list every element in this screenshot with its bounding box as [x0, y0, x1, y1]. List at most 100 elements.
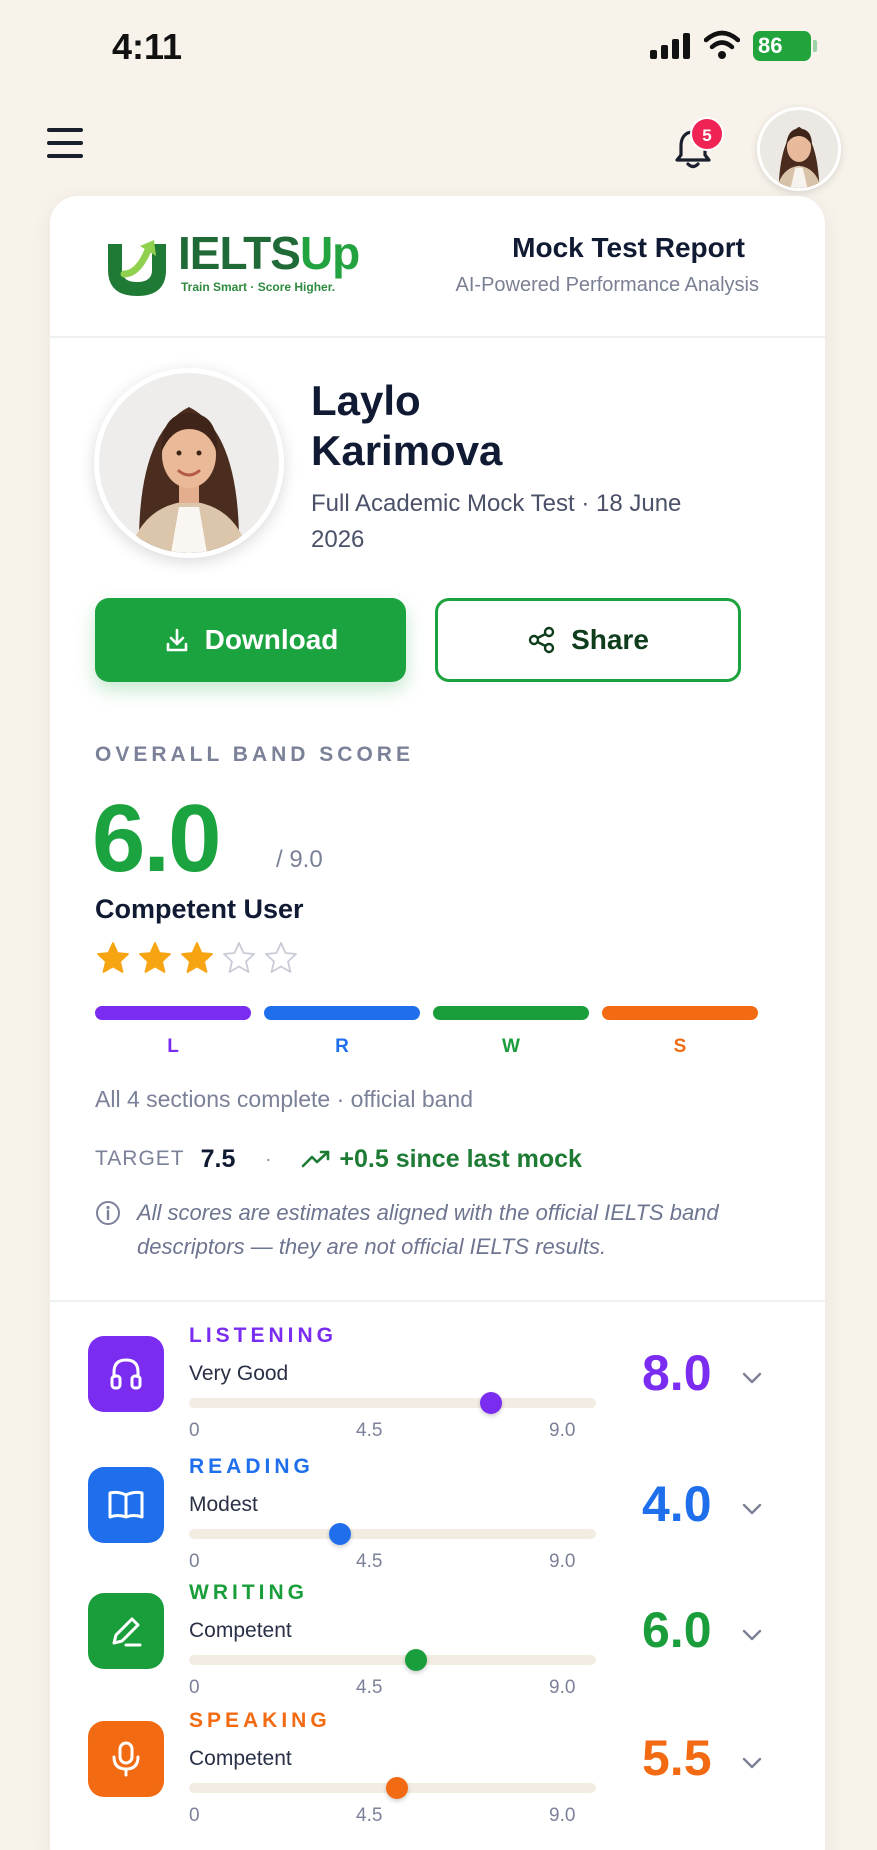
- skill-icon-badge: [88, 1593, 164, 1669]
- ieltsup-logo-icon: [108, 240, 166, 296]
- skill-name: LISTENING: [189, 1324, 338, 1347]
- skill-name: READING: [189, 1455, 314, 1478]
- skill-score: 4.0: [642, 1476, 712, 1532]
- headphones-icon: [110, 1358, 142, 1390]
- skill-score-marker: [405, 1649, 427, 1671]
- skill-level: Competent: [189, 1619, 292, 1642]
- trend-indicator: +0.5 since last mock: [301, 1145, 582, 1174]
- skill-score-marker: [480, 1392, 502, 1414]
- status-time: 4:11: [112, 26, 183, 67]
- skill-score: 5.5: [642, 1730, 712, 1786]
- trending-up-icon: [302, 1150, 330, 1168]
- sections-note: All 4 sections complete · official band: [95, 1086, 473, 1112]
- star-filled-icon: [97, 942, 129, 973]
- skill-score-marker: [329, 1523, 351, 1545]
- scale-min: 0: [189, 1420, 200, 1441]
- skill-row-writing[interactable]: WRITING Competent 0 4.5 9.0 6.0: [50, 1577, 825, 1698]
- chevron-down-icon[interactable]: [740, 1751, 764, 1775]
- scale-max: 9.0: [549, 1805, 576, 1826]
- wifi-icon: [704, 30, 740, 59]
- download-button[interactable]: Download: [95, 598, 406, 682]
- report-header: IELTSUp Train Smart · Score Higher. Mock…: [50, 196, 825, 338]
- scale-min: 0: [189, 1805, 200, 1826]
- skill-score-track: [189, 1649, 596, 1671]
- scale-max: 9.0: [549, 1551, 576, 1572]
- download-icon: [166, 628, 187, 652]
- status-bar: 4:11 86: [0, 0, 877, 96]
- scale-max: 9.0: [549, 1677, 576, 1698]
- star-filled-icon: [181, 942, 213, 973]
- scale-min: 0: [189, 1551, 200, 1572]
- chevron-down-icon[interactable]: [740, 1366, 764, 1390]
- candidate-portrait: [99, 373, 279, 553]
- pen-icon: [112, 1617, 142, 1647]
- avatar-portrait: [760, 110, 838, 188]
- exam-details: Full Academic Mock Test · 18 June 2026: [311, 490, 682, 553]
- skill-level: Modest: [189, 1493, 258, 1516]
- star-rating: [95, 940, 299, 976]
- skill-level: Competent: [189, 1747, 292, 1770]
- target-separator: ·: [265, 1148, 272, 1169]
- skill-score-track: [189, 1523, 596, 1545]
- disclaimer-text: All scores are estimates aligned with th…: [137, 1200, 719, 1259]
- user-avatar[interactable]: [757, 107, 841, 191]
- share-label: Share: [571, 624, 649, 655]
- chevron-down-icon[interactable]: [740, 1623, 764, 1647]
- star-empty-icon: [265, 942, 297, 973]
- overall-band-level: Competent User: [95, 894, 304, 924]
- info-icon: [96, 1201, 120, 1225]
- notification-count-badge: 5: [690, 117, 724, 151]
- section-bar-label: W: [502, 1036, 520, 1057]
- report-subtitle: AI-Powered Performance Analysis: [455, 274, 759, 296]
- skill-icon-badge: [88, 1336, 164, 1412]
- overall-band-score: 6.0: [92, 785, 221, 892]
- download-label: Download: [204, 624, 339, 655]
- skill-score-marker: [386, 1777, 408, 1799]
- scale-mid: 4.5: [356, 1677, 383, 1698]
- section-bar-w: [433, 1006, 589, 1020]
- skill-row-listening[interactable]: LISTENING Very Good 0 4.5 9.0 8.0: [50, 1320, 825, 1441]
- chevron-down-icon[interactable]: [740, 1497, 764, 1521]
- section-bar-r: [264, 1006, 420, 1020]
- skill-row-reading[interactable]: READING Modest 0 4.5 9.0 4.0: [50, 1451, 825, 1572]
- skill-row-speaking[interactable]: SPEAKING Competent 0 4.5 9.0 5.5: [50, 1705, 825, 1826]
- skill-score: 6.0: [642, 1602, 712, 1658]
- scale-mid: 4.5: [356, 1551, 383, 1572]
- skill-score-track: [189, 1777, 596, 1799]
- trend-text: +0.5 since last mock: [339, 1144, 582, 1173]
- battery-level: 86: [758, 33, 783, 58]
- skill-score-track: [189, 1392, 596, 1414]
- hamburger-menu-icon[interactable]: [47, 128, 83, 164]
- candidate-photo: [94, 368, 284, 558]
- section-bar-label: S: [673, 1036, 687, 1057]
- skill-icon-badge: [88, 1467, 164, 1543]
- scale-min: 0: [189, 1677, 200, 1698]
- scale-mid: 4.5: [356, 1805, 383, 1826]
- skill-level: Very Good: [189, 1362, 289, 1385]
- disclaimer: All scores are estimates aligned with th…: [95, 1196, 755, 1264]
- star-filled-icon: [139, 942, 171, 973]
- section-bar-label: R: [335, 1036, 349, 1057]
- overall-band-label: OVERALL BAND SCORE: [95, 743, 414, 766]
- scale-max: 9.0: [549, 1420, 576, 1441]
- skill-name: SPEAKING: [189, 1709, 331, 1732]
- skill-score: 8.0: [642, 1345, 712, 1401]
- section-bar-label: L: [167, 1036, 179, 1057]
- section-progress-bars: LRWS: [95, 1006, 758, 1066]
- section-bar-l: [95, 1006, 251, 1020]
- cellular-signal-icon: [650, 33, 692, 59]
- candidate-name: Laylo Karimova: [311, 377, 503, 474]
- section-divider: [50, 1300, 825, 1302]
- target-label: TARGET: [95, 1147, 185, 1170]
- share-icon: [528, 626, 555, 654]
- skill-icon-badge: [88, 1721, 164, 1797]
- section-bar-s: [602, 1006, 758, 1020]
- target-row: TARGET 7.5 · +0.5 since last mock: [95, 1142, 582, 1176]
- brand-name-part2: Up: [299, 227, 360, 279]
- brand-name: IELTSUp: [178, 226, 360, 280]
- battery-indicator: 86: [753, 31, 817, 61]
- brand-tagline: Train Smart · Score Higher.: [181, 280, 336, 294]
- overall-band-max: / 9.0: [276, 846, 323, 873]
- share-button[interactable]: Share: [435, 598, 741, 682]
- skill-name: WRITING: [189, 1581, 308, 1604]
